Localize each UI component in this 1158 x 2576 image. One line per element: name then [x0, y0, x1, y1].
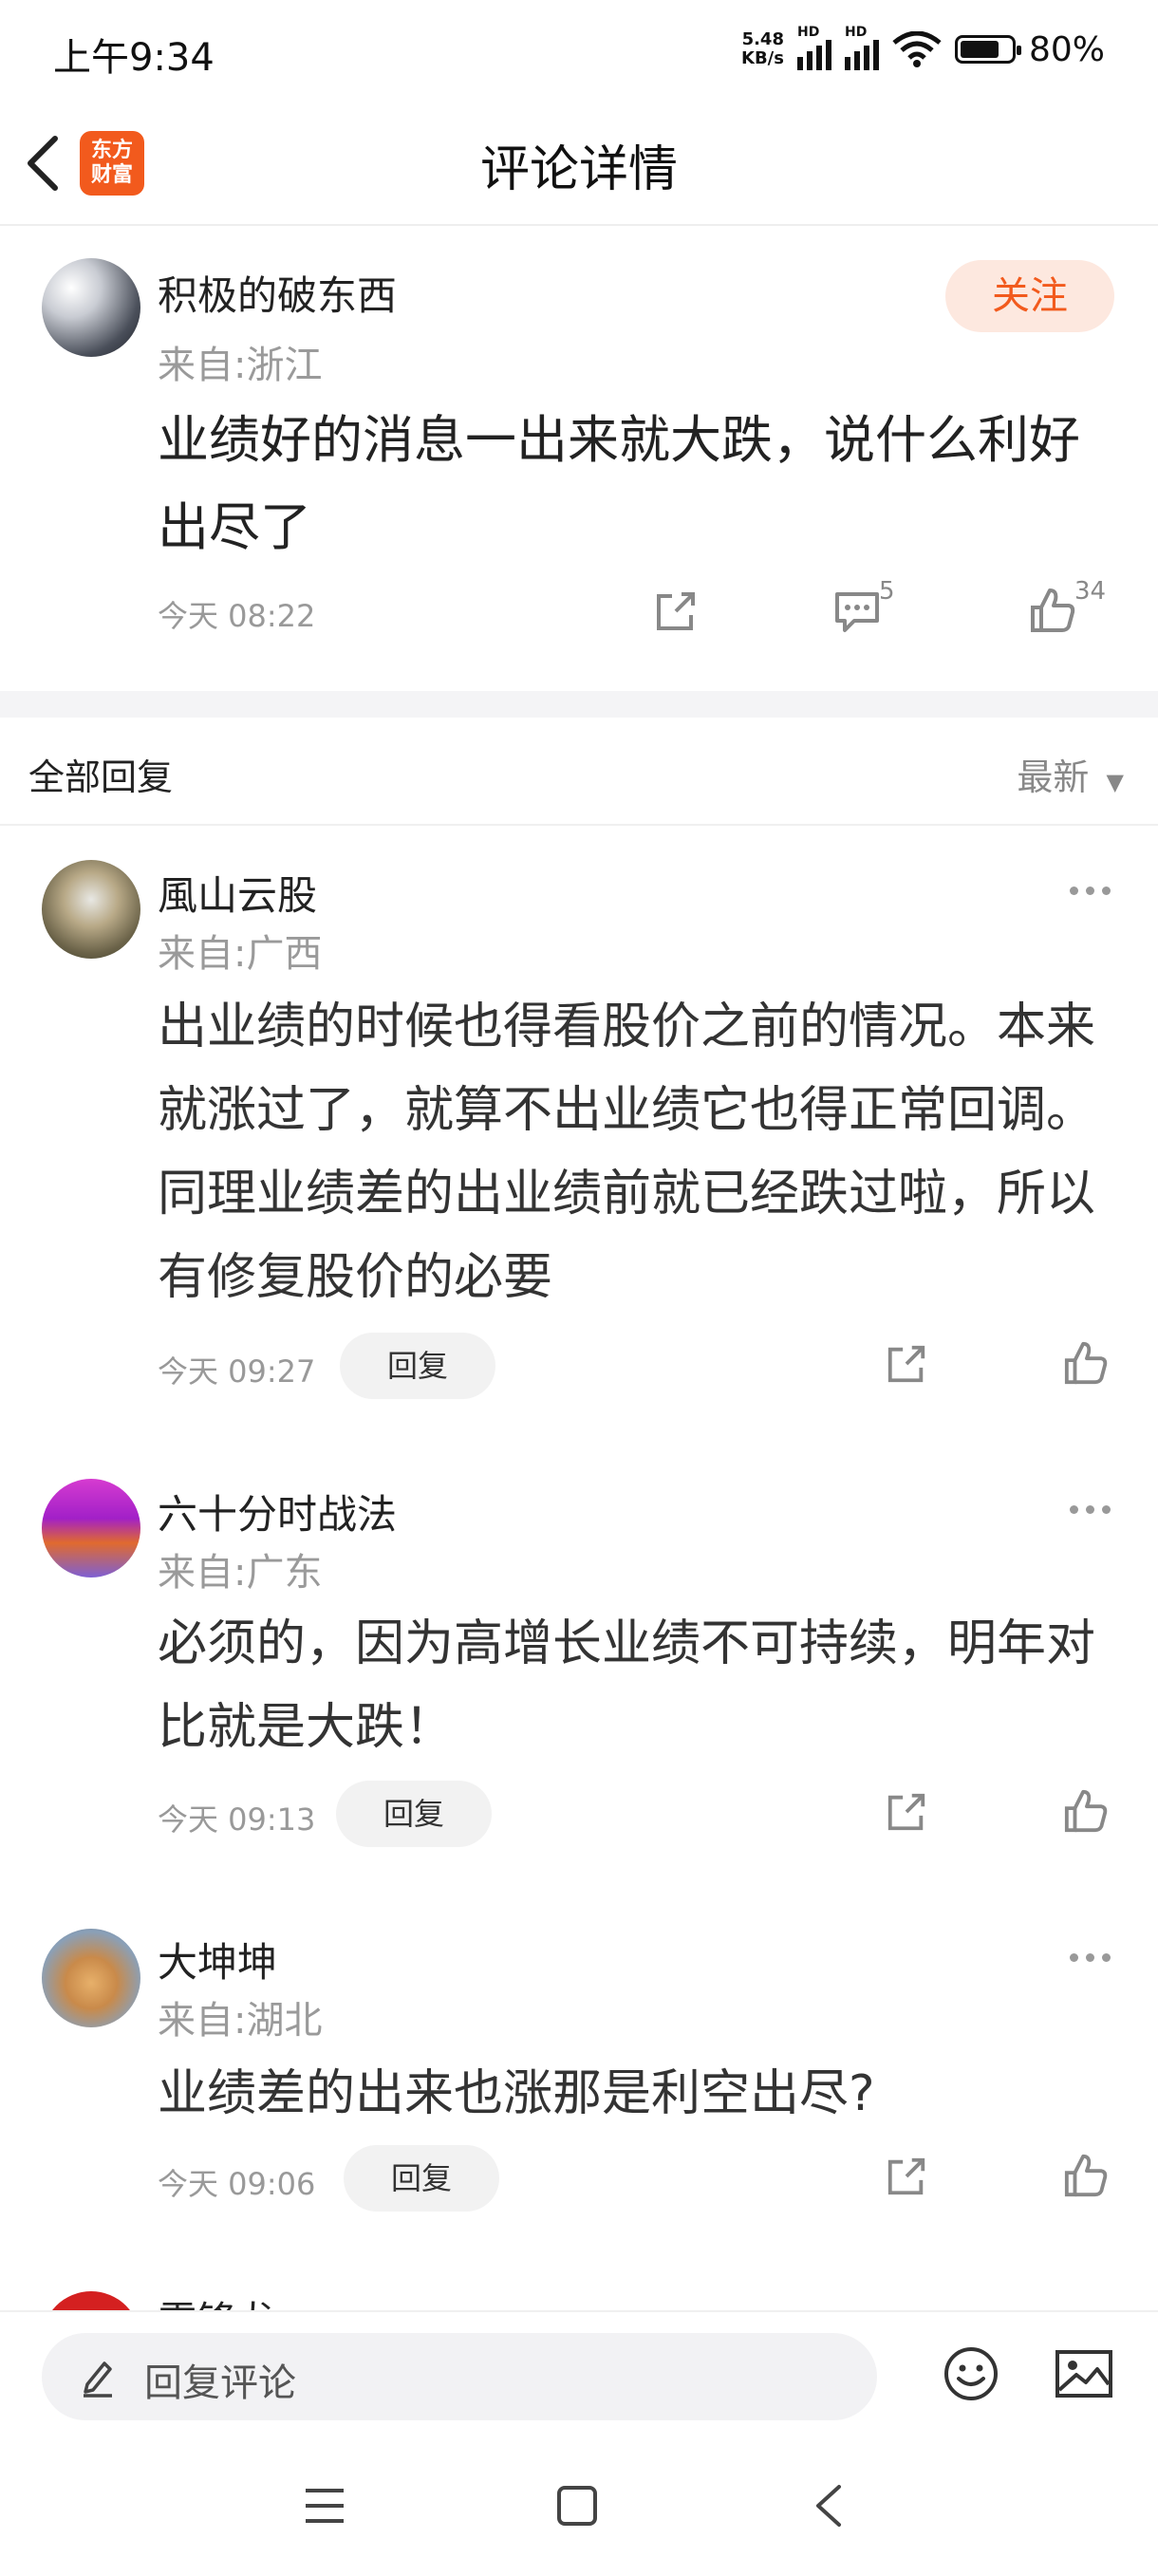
like-icon[interactable] [1063, 1340, 1109, 1386]
reply-location: 来自:广东 [158, 1551, 323, 1595]
more-icon[interactable] [1061, 1500, 1118, 1519]
post-location: 来自:浙江 [158, 344, 323, 387]
reply-location: 来自:湖北 [158, 1999, 323, 2043]
chevron-down-icon: ▼ [1106, 769, 1124, 795]
reply-text: 业绩差的出来也涨那是利空出尽? [158, 2065, 875, 2122]
comment-count: 5 [879, 577, 895, 606]
share-icon[interactable] [653, 588, 699, 634]
reply-button[interactable]: 回复 [336, 1781, 492, 1847]
like-count: 34 [1074, 577, 1107, 606]
share-icon[interactable] [885, 1342, 928, 1386]
network-speed: 5.48 KB/s [741, 29, 784, 68]
image-icon[interactable] [1054, 2346, 1114, 2401]
emoji-icon[interactable] [942, 2344, 1000, 2403]
reply-input-placeholder: 回复评论 [144, 2361, 296, 2405]
more-icon[interactable] [1061, 881, 1118, 900]
reply-location: 来自:广西 [158, 932, 323, 976]
post-username[interactable]: 积极的破东西 [158, 264, 397, 322]
signal-icon-2: HD [844, 25, 879, 70]
share-icon[interactable] [885, 1790, 928, 1834]
reply-button[interactable]: 回复 [340, 1333, 495, 1399]
sort-dropdown[interactable]: 最新 ▼ [1017, 748, 1124, 800]
section-divider [0, 824, 1158, 826]
page-title: 评论详情 [479, 141, 678, 198]
follow-button[interactable]: 关注 [945, 260, 1114, 332]
reply-text: 必须的，因为高增长业绩不可持续，明年对比就是大跌！ [158, 1615, 1096, 1756]
reply-time: 今天 09:06 [158, 2166, 316, 2202]
reply-time: 今天 09:13 [158, 1801, 316, 1838]
wifi-icon [892, 31, 942, 67]
signal-icon: HD [796, 25, 831, 70]
reply-avatar[interactable] [42, 860, 140, 959]
back-nav-icon[interactable] [812, 2483, 845, 2529]
avatar[interactable] [42, 258, 140, 357]
header-divider [0, 224, 1158, 226]
more-icon[interactable] [1061, 1948, 1118, 1967]
reply-avatar[interactable] [42, 1479, 140, 1577]
like-icon[interactable] [1029, 587, 1076, 634]
like-icon[interactable] [1063, 2153, 1109, 2198]
reply-username[interactable]: 六十分时战法 [158, 1483, 397, 1540]
reply-text: 出业绩的时候也得看股价之前的情况。本来就涨过了，就算不出业绩它也得正常回调。同理… [158, 999, 1096, 1306]
reply-username[interactable]: 大坤坤 [158, 1931, 277, 1988]
status-time: 上午9:34 [53, 36, 215, 80]
reply-button[interactable]: 回复 [344, 2145, 499, 2212]
share-icon[interactable] [885, 2155, 928, 2198]
post-time: 今天 08:22 [158, 598, 316, 634]
reply-time: 今天 09:27 [158, 1353, 316, 1390]
home-nav-icon[interactable] [556, 2485, 598, 2527]
menu-nav-icon[interactable] [304, 2487, 346, 2525]
comment-icon[interactable] [833, 588, 881, 634]
reply-avatar[interactable] [42, 1929, 140, 2027]
like-icon[interactable] [1063, 1788, 1109, 1834]
reply-username[interactable]: 風山云股 [158, 864, 317, 922]
battery-percent: 80% [1028, 29, 1105, 69]
section-title: 全部回复 [28, 756, 174, 798]
post-text: 业绩好的消息一出来就大跌，说什么利好出尽了 [158, 410, 1080, 557]
status-icons: 5.48 KB/s HD HD 80% [741, 25, 1105, 70]
battery-icon [954, 35, 1021, 64]
section-separator [0, 691, 1158, 718]
pencil-icon [84, 2361, 112, 2398]
